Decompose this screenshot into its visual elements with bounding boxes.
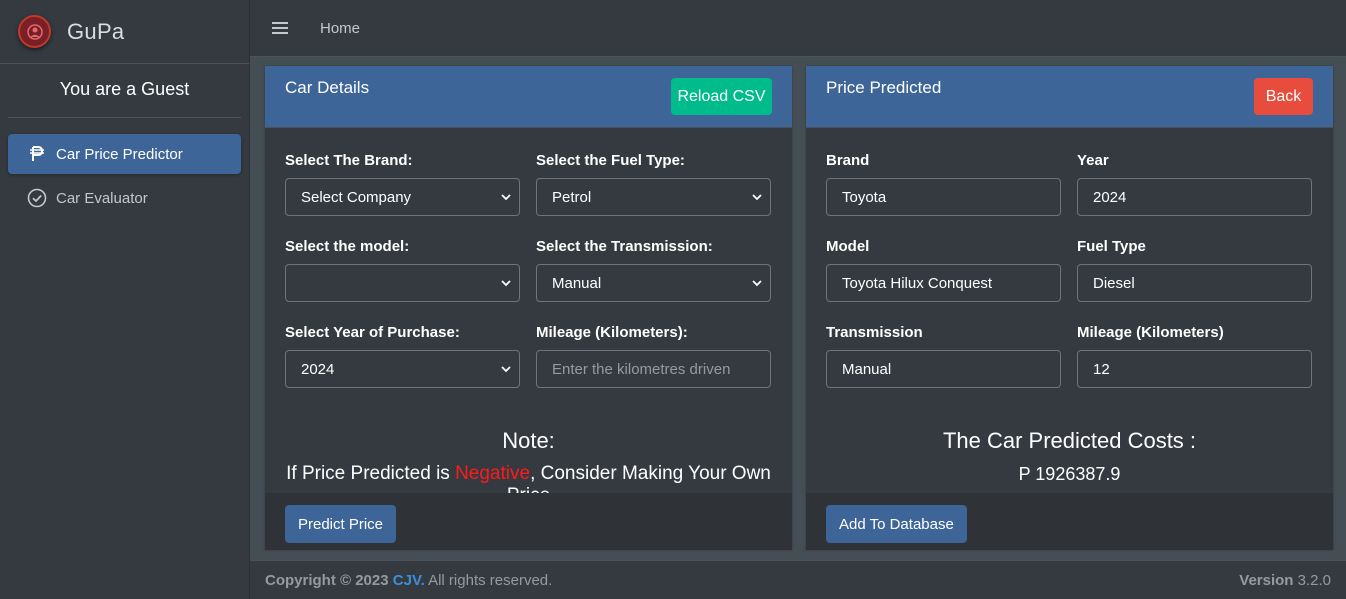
brand-select-value: Select Company — [301, 188, 412, 206]
card-title: Car Details — [285, 78, 370, 97]
company-link[interactable]: CJV. — [393, 572, 425, 589]
model-group: Select the model: — [285, 238, 520, 302]
transmission-field[interactable]: Manual — [826, 350, 1061, 388]
check-circle-icon — [26, 188, 48, 208]
back-button[interactable]: Back — [1254, 78, 1313, 115]
year-group: Select Year of Purchase: 2024 — [285, 324, 520, 388]
brand-value: Toyota — [842, 188, 887, 206]
card-footer: Add To Database — [806, 493, 1333, 550]
brand-name: GuPa — [67, 18, 125, 44]
transmission-select[interactable]: Manual — [536, 264, 771, 302]
brand-group: Brand Toyota — [826, 152, 1061, 216]
car-details-card: Car Details Reload CSV Select The Brand:… — [265, 66, 792, 550]
year-field[interactable]: 2024 — [1077, 178, 1312, 216]
chevron-down-icon — [752, 194, 762, 201]
year-label: Year — [1077, 152, 1109, 169]
sidebar: GuPa You are a Guest Car Price Predictor… — [0, 0, 250, 599]
price-predicted-card: Price Predicted Back Brand Toyota Year 2… — [806, 66, 1333, 550]
mileage-group: Mileage (Kilometers) 12 — [1077, 324, 1312, 388]
top-navbar: Home — [250, 0, 1346, 57]
menu-toggle-icon[interactable] — [272, 19, 288, 37]
fuel-label: Fuel Type — [1077, 238, 1146, 255]
transmission-group: Transmission Manual — [826, 324, 1061, 388]
card-title: Price Predicted — [826, 78, 942, 97]
year-select[interactable]: 2024 — [285, 350, 520, 388]
sidebar-item-car-price-predictor[interactable]: Car Price Predictor — [8, 134, 241, 174]
model-label: Select the model: — [285, 238, 410, 255]
mileage-field[interactable]: 12 — [1077, 350, 1312, 388]
version-value: 3.2.0 — [1293, 571, 1331, 589]
mileage-label: Mileage (Kilometers): — [536, 324, 688, 341]
fuel-group: Fuel Type Diesel — [1077, 238, 1312, 302]
model-label: Model — [826, 238, 870, 255]
brand-link[interactable]: GuPa — [0, 0, 249, 64]
mileage-label: Mileage (Kilometers) — [1077, 324, 1224, 341]
year-select-value: 2024 — [301, 360, 335, 378]
fuel-value: Diesel — [1093, 274, 1135, 292]
fuel-select-value: Petrol — [552, 188, 592, 206]
mileage-group: Mileage (Kilometers): Enter the kilometr… — [536, 324, 771, 388]
copyright-text: Copyright © 2023 — [265, 571, 389, 589]
reload-csv-button[interactable]: Reload CSV — [671, 78, 772, 115]
nav-home-link[interactable]: Home — [320, 20, 360, 37]
user-label: You are a Guest — [59, 79, 190, 99]
brand-group: Select The Brand: Select Company — [285, 152, 520, 216]
brand-logo-icon — [18, 15, 51, 48]
card-header: Price Predicted Back — [806, 66, 1333, 128]
user-panel: You are a Guest — [8, 64, 241, 118]
card-footer: Predict Price — [265, 493, 792, 550]
note-title: Note: — [502, 428, 555, 453]
sidebar-nav: Car Price Predictor Car Evaluator — [0, 134, 249, 218]
model-group: Model Toyota Hilux Conquest — [826, 238, 1061, 302]
predicted-cost-title: The Car Predicted Costs : — [942, 428, 1197, 453]
brand-label: Select The Brand: — [285, 152, 413, 169]
year-label: Select Year of Purchase: — [285, 324, 460, 341]
chevron-down-icon — [752, 280, 762, 287]
chevron-down-icon — [501, 280, 511, 287]
sidebar-item-label: Car Evaluator — [56, 189, 148, 207]
model-select[interactable] — [285, 264, 520, 302]
chevron-down-icon — [501, 366, 511, 373]
copyright: Copyright © 2023 CJV. All rights reserve… — [265, 572, 552, 589]
fuel-group: Select the Fuel Type: Petrol — [536, 152, 771, 216]
fuel-label: Select the Fuel Type: — [536, 152, 685, 169]
peso-icon — [26, 145, 48, 163]
page-footer: Copyright © 2023 CJV. All rights reserve… — [250, 560, 1346, 599]
brand-field[interactable]: Toyota — [826, 178, 1061, 216]
note-prefix: If Price Predicted is — [286, 463, 456, 484]
predict-price-button[interactable]: Predict Price — [285, 505, 397, 543]
year-group: Year 2024 — [1077, 152, 1312, 216]
mileage-placeholder: Enter the kilometres driven — [552, 360, 731, 378]
chevron-down-icon — [501, 194, 511, 201]
sidebar-item-car-evaluator[interactable]: Car Evaluator — [8, 178, 241, 218]
transmission-label: Transmission — [826, 324, 923, 341]
sidebar-item-label: Car Price Predictor — [56, 145, 183, 163]
transmission-value: Manual — [842, 360, 892, 378]
add-to-database-button[interactable]: Add To Database — [826, 505, 967, 543]
fuel-field[interactable]: Diesel — [1077, 264, 1312, 302]
predicted-cost-value: P 1926387.9 — [1018, 464, 1121, 484]
model-field[interactable]: Toyota Hilux Conquest — [826, 264, 1061, 302]
brand-label: Brand — [826, 152, 870, 169]
mileage-input[interactable]: Enter the kilometres driven — [536, 350, 771, 388]
transmission-group: Select the Transmission: Manual — [536, 238, 771, 302]
transmission-label: Select the Transmission: — [536, 238, 713, 255]
brand-select[interactable]: Select Company — [285, 178, 520, 216]
note-negative: Negative — [455, 463, 531, 484]
fuel-select[interactable]: Petrol — [536, 178, 771, 216]
version-info: Version 3.2.0 — [1239, 572, 1331, 589]
transmission-select-value: Manual — [552, 274, 602, 292]
model-value: Toyota Hilux Conquest — [842, 274, 993, 292]
year-value: 2024 — [1093, 188, 1127, 206]
version-label: Version — [1239, 571, 1294, 589]
rights-text: All rights reserved. — [424, 571, 553, 589]
card-header: Car Details Reload CSV — [265, 66, 792, 128]
mileage-value: 12 — [1093, 360, 1110, 378]
